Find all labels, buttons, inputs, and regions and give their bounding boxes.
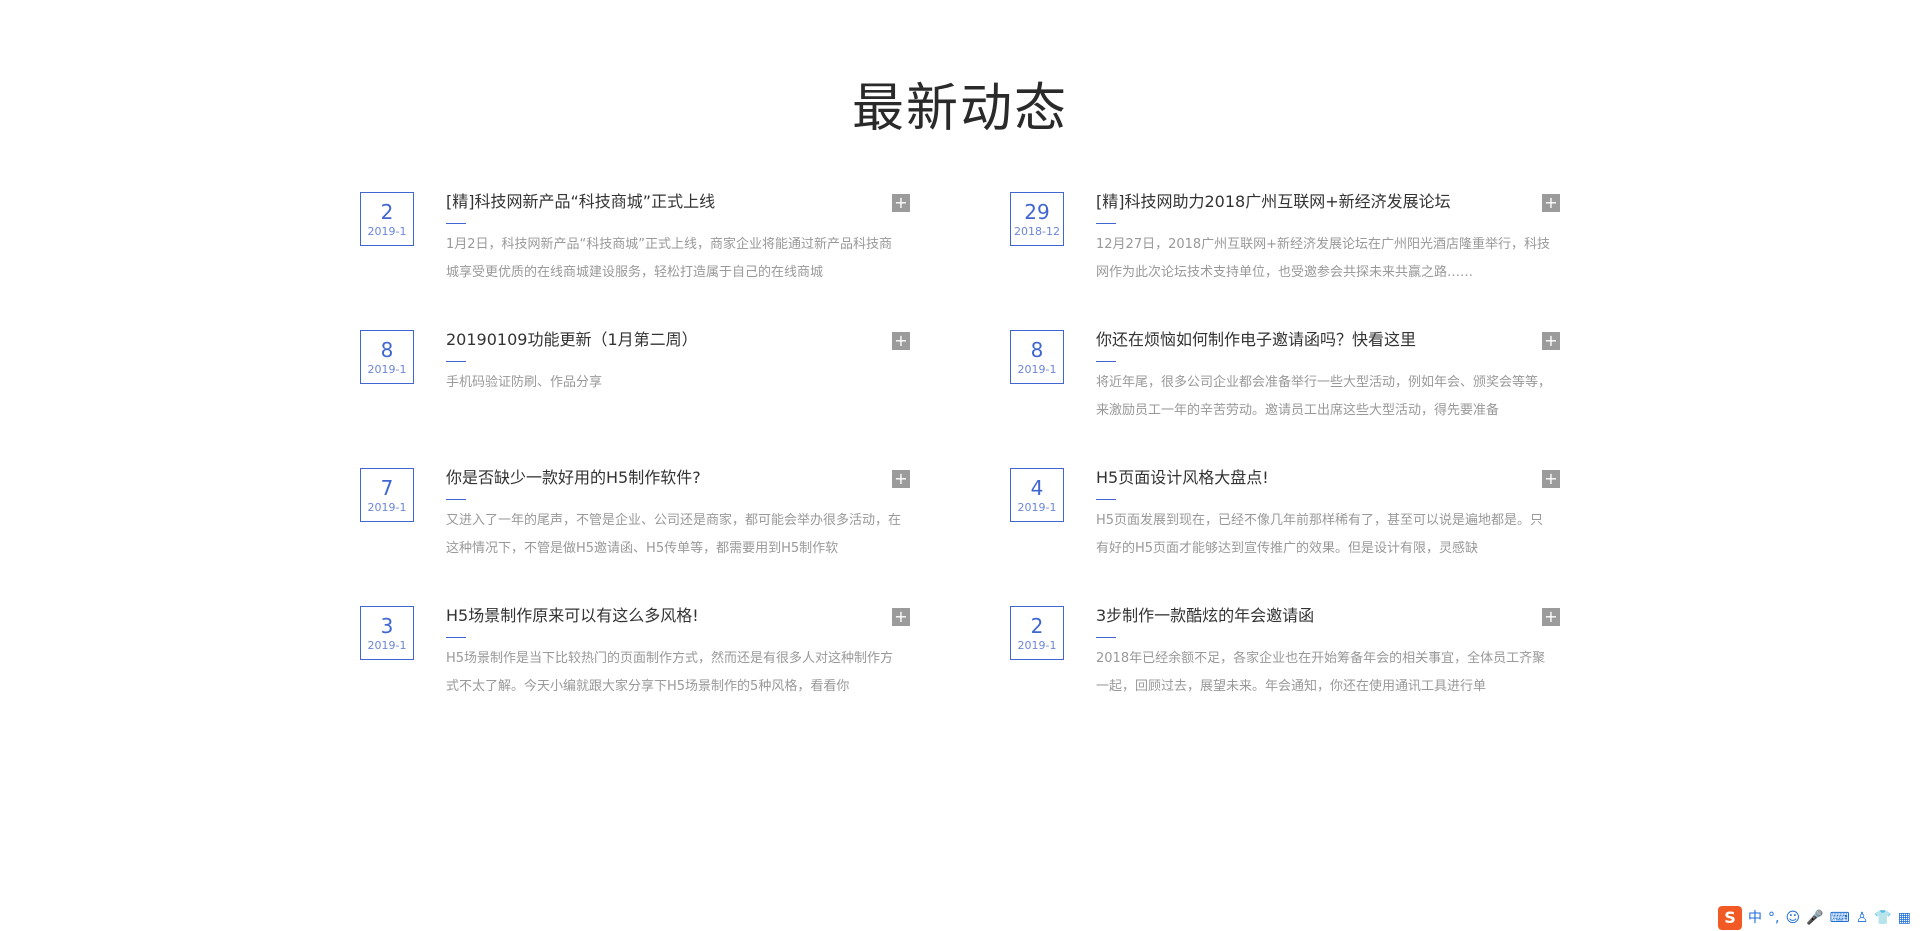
expand-plus-button[interactable]: + <box>892 332 910 350</box>
date-year-month: 2019-1 <box>1017 363 1057 376</box>
language-toggle[interactable]: 中 <box>1748 909 1762 927</box>
user-icon[interactable]: ♙ <box>1856 909 1869 927</box>
news-item[interactable]: 7 2019-1 你是否缺少一款好用的H5制作软件? 又进入了一年的尾声，不管是… <box>360 466 910 576</box>
news-title-link[interactable]: 3步制作一款酷炫的年会邀请函 <box>1096 604 1536 628</box>
date-year-month: 2019-1 <box>367 225 407 238</box>
news-summary: H5页面发展到现在，已经不像几年前那样稀有了，甚至可以说是遍地都是。只有好的H5… <box>1096 513 1544 556</box>
date-day: 2 <box>380 200 394 224</box>
news-summary: 12月27日，2018广州互联网+新经济发展论坛在广州阳光酒店隆重举行，科技网作… <box>1096 237 1551 280</box>
news-summary: 2018年已经余额不足，各家企业也在开始筹备年会的相关事宜，全体员工齐聚一起，回… <box>1096 651 1546 694</box>
keyboard-icon[interactable]: ⌨ <box>1830 909 1850 927</box>
date-box: 3 2019-1 <box>360 606 414 660</box>
title-underline <box>1096 223 1116 224</box>
date-day: 2 <box>1030 614 1044 638</box>
expand-plus-button[interactable]: + <box>1542 194 1560 212</box>
date-year-month: 2019-1 <box>367 363 407 376</box>
expand-plus-button[interactable]: + <box>1542 470 1560 488</box>
news-summary: 又进入了一年的尾声，不管是企业、公司还是商家，都可能会举办很多活动，在这种情况下… <box>446 513 901 556</box>
news-summary: 1月2日，科技网新产品“科技商城”正式上线，商家企业将能通过新产品科技商城享受更… <box>446 237 893 280</box>
section-title: 最新动态 <box>851 79 1068 139</box>
title-underline <box>446 361 466 362</box>
emoji-icon[interactable]: ☺ <box>1785 909 1800 927</box>
news-summary: 将近年尾，很多公司企业都会准备举行一些大型活动，例如年会、颁奖会等等，来激励员工… <box>1096 375 1551 418</box>
news-item[interactable]: 3 2019-1 H5场景制作原来可以有这么多风格! H5场景制作是当下比较热门… <box>360 604 910 714</box>
date-year-month: 2019-1 <box>1017 501 1057 514</box>
news-title-link[interactable]: 你是否缺少一款好用的H5制作软件? <box>446 466 886 490</box>
news-summary: 手机码验证防刷、作品分享 <box>446 375 603 390</box>
expand-plus-button[interactable]: + <box>1542 608 1560 626</box>
news-item[interactable]: 4 2019-1 H5页面设计风格大盘点! H5页面发展到现在，已经不像几年前那… <box>1010 466 1560 576</box>
expand-plus-button[interactable]: + <box>892 470 910 488</box>
news-item[interactable]: 2 2019-1 3步制作一款酷炫的年会邀请函 2018年已经余额不足，各家企业… <box>1010 604 1560 714</box>
date-day: 29 <box>1024 200 1050 224</box>
ime-toolbar[interactable]: S 中 °, ☺ 🎤 ⌨ ♙ 👕 ▦ <box>1710 905 1920 931</box>
date-day: 7 <box>380 476 394 500</box>
date-box: 29 2018-12 <box>1010 192 1064 246</box>
date-day: 8 <box>380 338 394 362</box>
toolbox-grid-icon[interactable]: ▦ <box>1898 909 1911 927</box>
date-box: 7 2019-1 <box>360 468 414 522</box>
date-year-month: 2019-1 <box>1017 639 1057 652</box>
date-box: 8 2019-1 <box>360 330 414 384</box>
title-underline <box>1096 637 1116 638</box>
sogou-logo-icon[interactable]: S <box>1718 906 1742 930</box>
news-item[interactable]: 29 2018-12 [精]科技网助力2018广州互联网+新经济发展论坛 12月… <box>1010 190 1560 300</box>
news-title-link[interactable]: H5页面设计风格大盘点! <box>1096 466 1536 490</box>
news-title-link[interactable]: [精]科技网助力2018广州互联网+新经济发展论坛 <box>1096 190 1536 214</box>
news-title-link[interactable]: [精]科技网新产品“科技商城”正式上线 <box>446 190 886 214</box>
title-underline <box>446 223 466 224</box>
title-underline <box>1096 361 1116 362</box>
title-underline <box>446 637 466 638</box>
date-year-month: 2018-12 <box>1014 225 1060 238</box>
news-item[interactable]: 8 2019-1 你还在烦恼如何制作电子邀请函吗？快看这里 将近年尾，很多公司企… <box>1010 328 1560 438</box>
date-year-month: 2019-1 <box>367 501 407 514</box>
news-title-link[interactable]: H5场景制作原来可以有这么多风格! <box>446 604 886 628</box>
news-item[interactable]: 8 2019-1 20190109功能更新（1月第二周） 手机码验证防刷、作品分… <box>360 328 910 438</box>
date-box: 2 2019-1 <box>360 192 414 246</box>
microphone-icon[interactable]: 🎤 <box>1806 909 1823 927</box>
title-underline <box>1096 499 1116 500</box>
title-underline <box>446 499 466 500</box>
punctuation-icon[interactable]: °, <box>1768 909 1779 927</box>
date-day: 4 <box>1030 476 1044 500</box>
expand-plus-button[interactable]: + <box>1542 332 1560 350</box>
date-year-month: 2019-1 <box>367 639 407 652</box>
expand-plus-button[interactable]: + <box>892 608 910 626</box>
news-summary: H5场景制作是当下比较热门的页面制作方式，然而还是有很多人对这种制作方式不太了解… <box>446 651 894 694</box>
date-box: 2 2019-1 <box>1010 606 1064 660</box>
date-box: 4 2019-1 <box>1010 468 1064 522</box>
date-day: 3 <box>380 614 394 638</box>
expand-plus-button[interactable]: + <box>892 194 910 212</box>
date-day: 8 <box>1030 338 1044 362</box>
news-item[interactable]: 2 2019-1 [精]科技网新产品“科技商城”正式上线 1月2日，科技网新产品… <box>360 190 910 300</box>
news-title-link[interactable]: 你还在烦恼如何制作电子邀请函吗？快看这里 <box>1096 328 1536 352</box>
skin-shirt-icon[interactable]: 👕 <box>1874 909 1891 927</box>
date-box: 8 2019-1 <box>1010 330 1064 384</box>
news-title-link[interactable]: 20190109功能更新（1月第二周） <box>446 328 886 352</box>
